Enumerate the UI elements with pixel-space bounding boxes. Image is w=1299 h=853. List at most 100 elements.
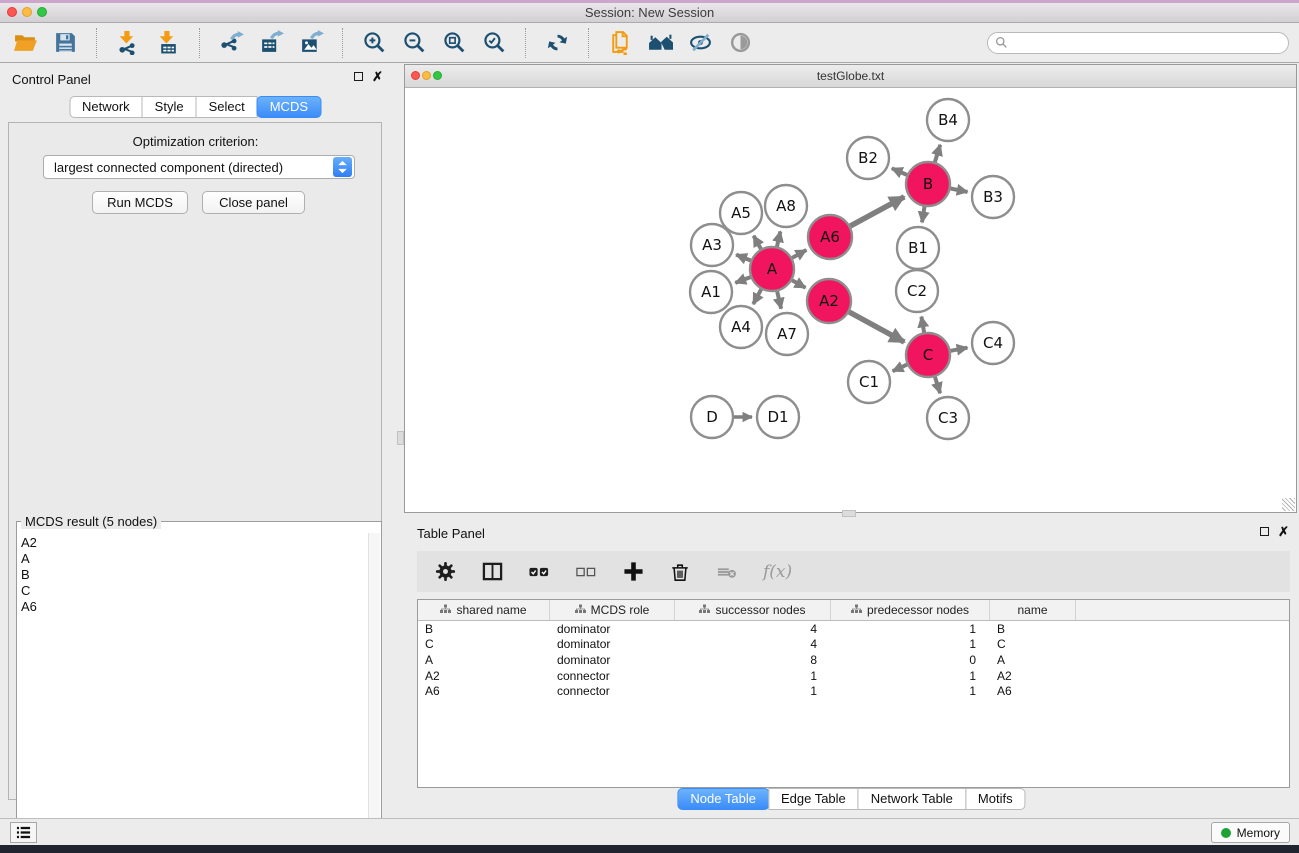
column-header-name[interactable]: name <box>990 600 1076 620</box>
zoom-in-icon[interactable] <box>361 29 388 56</box>
column-header-shared-name[interactable]: shared name <box>418 600 550 620</box>
table-cell[interactable]: 0 <box>831 653 990 667</box>
table-row[interactable]: Adominator80A <box>418 652 1289 668</box>
task-history-button[interactable] <box>10 822 37 843</box>
table-cell[interactable]: A2 <box>990 669 1076 683</box>
table-cell[interactable]: connector <box>550 669 675 683</box>
table-cell[interactable]: 1 <box>831 637 990 651</box>
node-A[interactable]: A <box>750 247 794 291</box>
optimization-dropdown[interactable]: largest connected component (directed) <box>43 155 355 179</box>
edge-B-B4[interactable] <box>935 145 940 162</box>
result-scrollbar[interactable] <box>368 533 380 853</box>
node-D[interactable]: D <box>691 396 733 438</box>
node-C3[interactable]: C3 <box>927 397 969 439</box>
table-cell[interactable]: dominator <box>550 622 675 636</box>
window-resize-grip[interactable] <box>1282 498 1295 511</box>
result-item[interactable]: A <box>21 551 37 567</box>
table-cell[interactable]: 4 <box>675 637 831 651</box>
node-A6[interactable]: A6 <box>808 215 852 259</box>
table-cell[interactable]: 1 <box>831 684 990 698</box>
dropdown-stepper-icon[interactable] <box>333 157 352 177</box>
node-A4[interactable]: A4 <box>720 306 762 348</box>
table-cell[interactable]: dominator <box>550 637 675 651</box>
node-C1[interactable]: C1 <box>848 361 890 403</box>
table-cell[interactable]: 8 <box>675 653 831 667</box>
close-table-panel-icon[interactable]: ✗ <box>1278 526 1289 537</box>
split-columns-icon[interactable] <box>481 561 503 583</box>
zoom-selected-icon[interactable] <box>481 29 508 56</box>
edge-A6-B[interactable] <box>850 197 904 226</box>
memory-button[interactable]: Memory <box>1211 822 1290 843</box>
zoom-out-icon[interactable] <box>401 29 428 56</box>
table-cell[interactable]: 1 <box>831 622 990 636</box>
import-table-icon[interactable] <box>155 29 182 56</box>
deselect-all-checkboxes-icon[interactable] <box>575 561 597 583</box>
float-table-panel-icon[interactable] <box>1260 527 1269 536</box>
delete-column-trash-icon[interactable] <box>669 561 691 583</box>
table-cell[interactable]: C <box>990 637 1076 651</box>
import-network-icon[interactable] <box>115 29 142 56</box>
column-header-mcds-role[interactable]: MCDS role <box>550 600 675 620</box>
network-window-titlebar[interactable]: testGlobe.txt <box>405 65 1296 88</box>
table-row[interactable]: Bdominator41B <box>418 621 1289 637</box>
table-cell[interactable]: B <box>990 622 1076 636</box>
result-item[interactable]: A2 <box>21 535 37 551</box>
select-all-checkboxes-icon[interactable] <box>528 561 550 583</box>
edge-A2-C[interactable] <box>849 312 904 342</box>
edge-B-B2[interactable] <box>892 168 907 175</box>
result-item[interactable]: A6 <box>21 599 37 615</box>
export-table-icon[interactable] <box>258 29 285 56</box>
node-A8[interactable]: A8 <box>765 185 807 227</box>
table-cell[interactable]: dominator <box>550 653 675 667</box>
open-file-icon[interactable] <box>12 29 39 56</box>
node-B2[interactable]: B2 <box>847 137 889 179</box>
node-C2[interactable]: C2 <box>896 270 938 312</box>
edge-A-A2[interactable] <box>792 280 805 288</box>
edge-A-A8[interactable] <box>777 231 780 246</box>
edge-A-A5[interactable] <box>754 236 761 249</box>
node-B4[interactable]: B4 <box>927 99 969 141</box>
node-B3[interactable]: B3 <box>972 176 1014 218</box>
edge-A-A7[interactable] <box>777 291 781 308</box>
edge-C-C2[interactable] <box>921 317 924 333</box>
table-cell[interactable]: A <box>418 653 550 667</box>
edge-A-A4[interactable] <box>753 289 761 304</box>
edge-A-A1[interactable] <box>735 277 750 283</box>
run-mcds-button[interactable]: Run MCDS <box>92 191 188 214</box>
edge-C-C1[interactable] <box>893 365 907 372</box>
tab-network[interactable]: Network <box>69 96 143 118</box>
table-row[interactable]: Cdominator41C <box>418 637 1289 653</box>
table-cell[interactable]: connector <box>550 684 675 698</box>
edge-A-A6[interactable] <box>792 250 806 258</box>
table-tab-motifs[interactable]: Motifs <box>965 788 1026 810</box>
result-item[interactable]: B <box>21 567 37 583</box>
edge-C-C3[interactable] <box>935 377 940 393</box>
node-D1[interactable]: D1 <box>757 396 799 438</box>
tab-mcds[interactable]: MCDS <box>257 96 321 118</box>
tab-select[interactable]: Select <box>196 96 258 118</box>
edge-B-B1[interactable] <box>922 207 924 223</box>
node-A5[interactable]: A5 <box>720 192 762 234</box>
node-B[interactable]: B <box>906 162 950 206</box>
export-image-icon[interactable] <box>298 29 325 56</box>
table-row[interactable]: A2connector11A2 <box>418 668 1289 684</box>
table-cell[interactable]: A6 <box>418 684 550 698</box>
hide-eye-icon[interactable] <box>687 29 714 56</box>
column-header-predecessor-nodes[interactable]: predecessor nodes <box>831 600 990 620</box>
float-panel-icon[interactable] <box>354 72 363 81</box>
column-header-successor-nodes[interactable]: successor nodes <box>675 600 831 620</box>
search-input[interactable] <box>987 32 1289 54</box>
table-cell[interactable]: 1 <box>831 669 990 683</box>
table-tab-network-table[interactable]: Network Table <box>858 788 966 810</box>
table-cell[interactable]: B <box>418 622 550 636</box>
table-cell[interactable]: A <box>990 653 1076 667</box>
close-panel-button[interactable]: Close panel <box>202 191 305 214</box>
add-column-icon[interactable] <box>622 561 644 583</box>
node-A2[interactable]: A2 <box>807 279 851 323</box>
network-graph-canvas[interactable]: B4B2BB3A8A5A6A3B1AC2A1A2A4A7C4CC1DD1C3 <box>405 87 1296 512</box>
node-C[interactable]: C <box>906 333 950 377</box>
table-cell[interactable]: A2 <box>418 669 550 683</box>
node-A1[interactable]: A1 <box>690 271 732 313</box>
network-from-clipboard-icon[interactable] <box>607 29 634 56</box>
refresh-icon[interactable] <box>544 29 571 56</box>
